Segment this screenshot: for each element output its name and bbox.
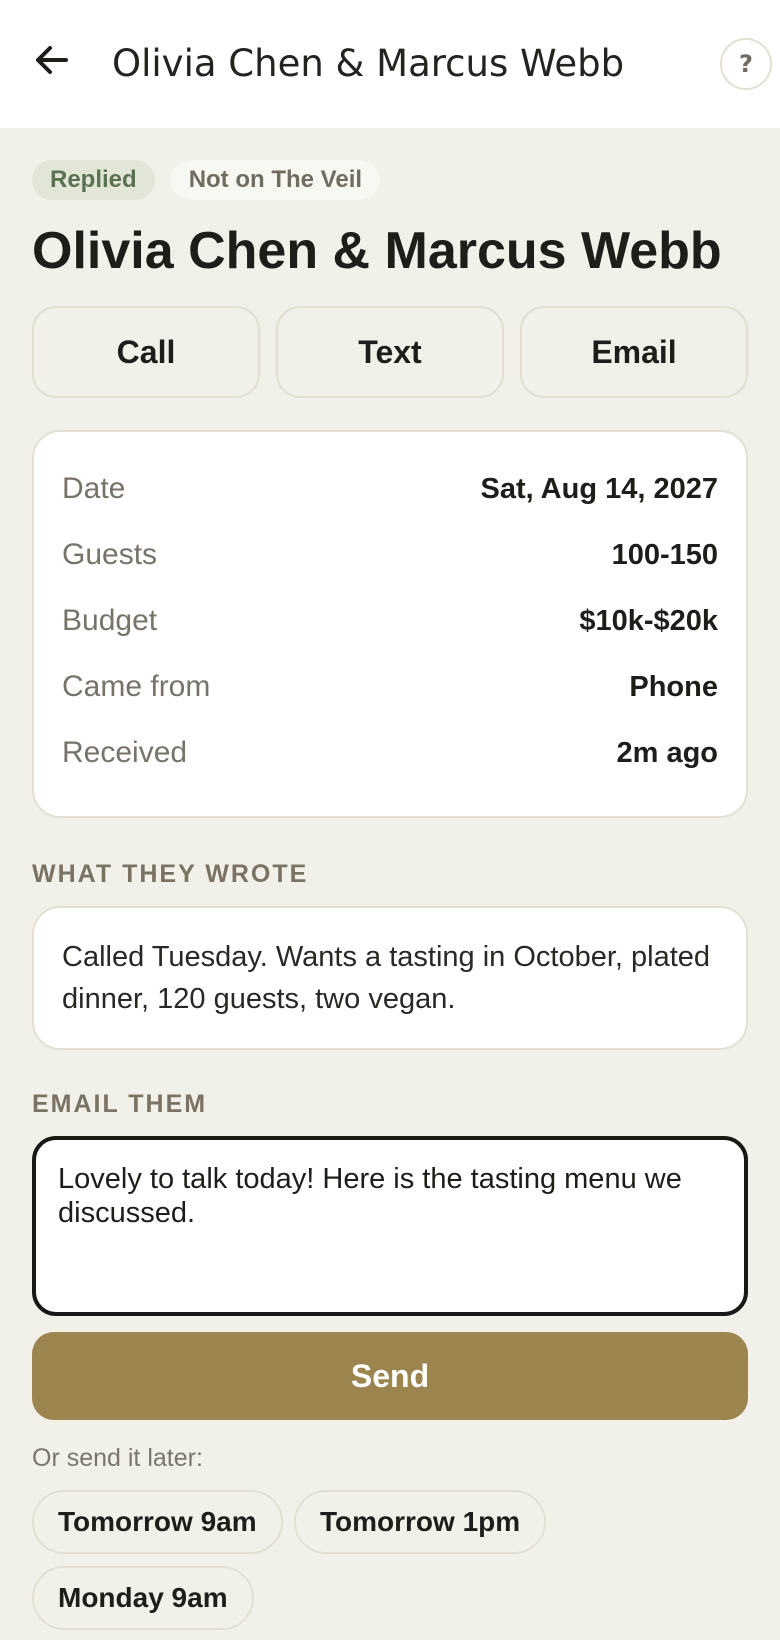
detail-label: Budget: [62, 604, 158, 637]
details-card: Date Sat, Aug 14, 2027 Guests 100-150 Bu…: [32, 430, 748, 818]
email-them-heading: EMAIL THEM: [32, 1090, 208, 1118]
email-draft-field[interactable]: Lovely to talk today! Here is the tastin…: [32, 1136, 748, 1316]
text-button[interactable]: Text: [276, 306, 504, 398]
schedule-chip-monday-9am[interactable]: Monday 9am: [32, 1566, 254, 1630]
detail-value: 2m ago: [616, 736, 718, 769]
detail-row-received: Received 2m ago: [62, 720, 718, 786]
send-later-label: Or send it later:: [32, 1444, 203, 1472]
schedule-chip-tomorrow-1pm[interactable]: Tomorrow 1pm: [294, 1490, 547, 1554]
source-badge: Not on The Veil: [170, 160, 381, 200]
status-badge-replied: Replied: [32, 160, 155, 200]
inquiry-message: Called Tuesday. Wants a tasting in Octob…: [32, 906, 748, 1050]
detail-value: Phone: [629, 670, 718, 703]
arrow-left-icon: [36, 46, 68, 74]
detail-label: Received: [62, 736, 188, 769]
detail-row-budget: Budget $10k-$20k: [62, 588, 718, 654]
detail-label: Came from: [62, 670, 211, 703]
detail-label: Guests: [62, 538, 158, 571]
detail-value: Sat, Aug 14, 2027: [480, 472, 718, 505]
contact-actions: Call Text Email: [32, 306, 748, 398]
back-button[interactable]: [28, 36, 76, 84]
schedule-chip-tomorrow-9am[interactable]: Tomorrow 9am: [32, 1490, 283, 1554]
detail-value: 100-150: [611, 538, 718, 571]
call-button[interactable]: Call: [32, 306, 260, 398]
what-they-wrote-heading: WHAT THEY WROTE: [32, 860, 309, 888]
top-app-bar: Olivia Chen & Marcus Webb ?: [0, 0, 780, 128]
detail-row-came-from: Came from Phone: [62, 654, 718, 720]
detail-row-date: Date Sat, Aug 14, 2027: [62, 456, 718, 522]
help-button[interactable]: ?: [720, 38, 772, 90]
header-title: Olivia Chen & Marcus Webb: [112, 42, 625, 85]
detail-row-guests: Guests 100-150: [62, 522, 718, 588]
detail-label: Date: [62, 472, 126, 505]
status-badges: Replied Not on The Veil: [32, 160, 381, 200]
detail-value: $10k-$20k: [579, 604, 718, 637]
send-button[interactable]: Send: [32, 1332, 748, 1420]
lead-name: Olivia Chen & Marcus Webb: [32, 222, 722, 280]
email-button[interactable]: Email: [520, 306, 748, 398]
